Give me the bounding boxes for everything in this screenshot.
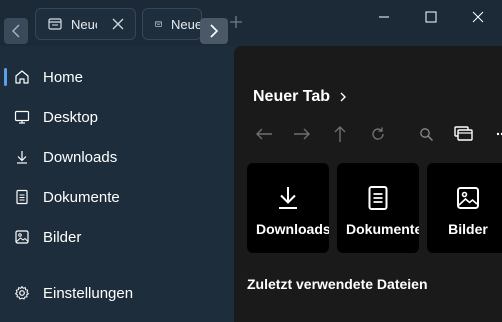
section-heading-recent: Zuletzt verwendete Dateien (247, 276, 428, 292)
breadcrumb: Neuer Tab (253, 88, 348, 106)
tab-scroll-right-button[interactable] (200, 18, 228, 44)
refresh-button[interactable] (366, 122, 390, 146)
arrow-up-icon (334, 126, 346, 142)
desktop-icon (14, 109, 30, 125)
document-icon (368, 186, 388, 210)
tab-window-icon (48, 18, 62, 30)
card-label: Downloads (256, 221, 329, 237)
tab-label: Neuer Tab (71, 16, 97, 32)
sidebar-item-label: Desktop (43, 108, 99, 126)
window-controls (360, 0, 502, 34)
download-icon (279, 187, 297, 209)
quick-access-card-downloads[interactable]: Downloads (247, 163, 329, 253)
up-button[interactable] (328, 122, 352, 146)
back-button[interactable] (252, 122, 276, 146)
sidebar-item-label: Einstellungen (43, 284, 134, 302)
sidebar-item-label: Downloads (43, 148, 118, 166)
view-mode-button[interactable] (452, 122, 476, 146)
close-icon (472, 11, 483, 23)
title-bar: Neuer Tab Neuer Tab (0, 0, 502, 46)
download-icon (14, 149, 30, 165)
main-content: Neuer Tab Downloads Dokumente Bilder Zul… (234, 46, 502, 322)
tab-window-icon (155, 21, 162, 27)
more-icon (496, 132, 502, 136)
tiles-view-icon (454, 126, 473, 141)
close-window-button[interactable] (454, 0, 501, 34)
plus-icon[interactable] (229, 14, 243, 30)
arrow-left-icon (256, 128, 272, 140)
forward-button[interactable] (290, 122, 314, 146)
chevron-right-icon (210, 24, 218, 38)
active-indicator (4, 68, 7, 86)
maximize-icon (425, 11, 436, 23)
sidebar-item-label: Bilder (43, 228, 82, 246)
search-icon (419, 127, 433, 141)
sidebar-item-dokumente[interactable]: Dokumente (4, 179, 226, 215)
home-icon (14, 69, 30, 85)
tab-scroll-left-button[interactable] (4, 18, 28, 44)
sidebar: Home Desktop Downloads Dokumente Bilder (0, 46, 234, 322)
sidebar-item-desktop[interactable]: Desktop (4, 99, 226, 135)
card-label: Bilder (448, 221, 488, 237)
gear-icon (14, 285, 30, 301)
more-options-button[interactable] (490, 122, 502, 146)
app-window: Neuer Tab Neuer Tab (0, 0, 502, 322)
tab-neuer-tab-1[interactable]: Neuer Tab (35, 8, 136, 40)
quick-access-card-dokumente[interactable]: Dokumente (337, 163, 419, 253)
search-button[interactable] (414, 122, 438, 146)
image-icon (457, 187, 479, 209)
sidebar-item-home[interactable]: Home (4, 59, 226, 95)
maximize-button[interactable] (407, 0, 454, 34)
sidebar-item-downloads[interactable]: Downloads (4, 139, 226, 175)
tab-neuer-tab-2[interactable]: Neuer Tab (142, 8, 202, 40)
quick-access-card-bilder[interactable]: Bilder (427, 163, 502, 253)
image-icon (14, 229, 30, 245)
chevron-right-icon[interactable] (338, 91, 348, 103)
refresh-icon (372, 127, 384, 140)
toolbar (252, 122, 502, 146)
card-label: Dokumente (346, 221, 419, 237)
tab-label: Neuer Tab (171, 16, 201, 32)
chevron-left-icon (12, 24, 20, 38)
close-icon[interactable] (111, 17, 125, 31)
sidebar-item-label: Home (43, 68, 84, 86)
sidebar-item-label: Dokumente (43, 188, 120, 206)
arrow-right-icon (294, 128, 310, 140)
breadcrumb-item[interactable]: Neuer Tab (253, 88, 330, 106)
document-icon (14, 189, 30, 205)
sidebar-item-bilder[interactable]: Bilder (4, 219, 226, 255)
sidebar-item-settings[interactable]: Einstellungen (4, 275, 226, 311)
minimize-button[interactable] (360, 0, 407, 34)
minimize-icon (378, 16, 389, 18)
